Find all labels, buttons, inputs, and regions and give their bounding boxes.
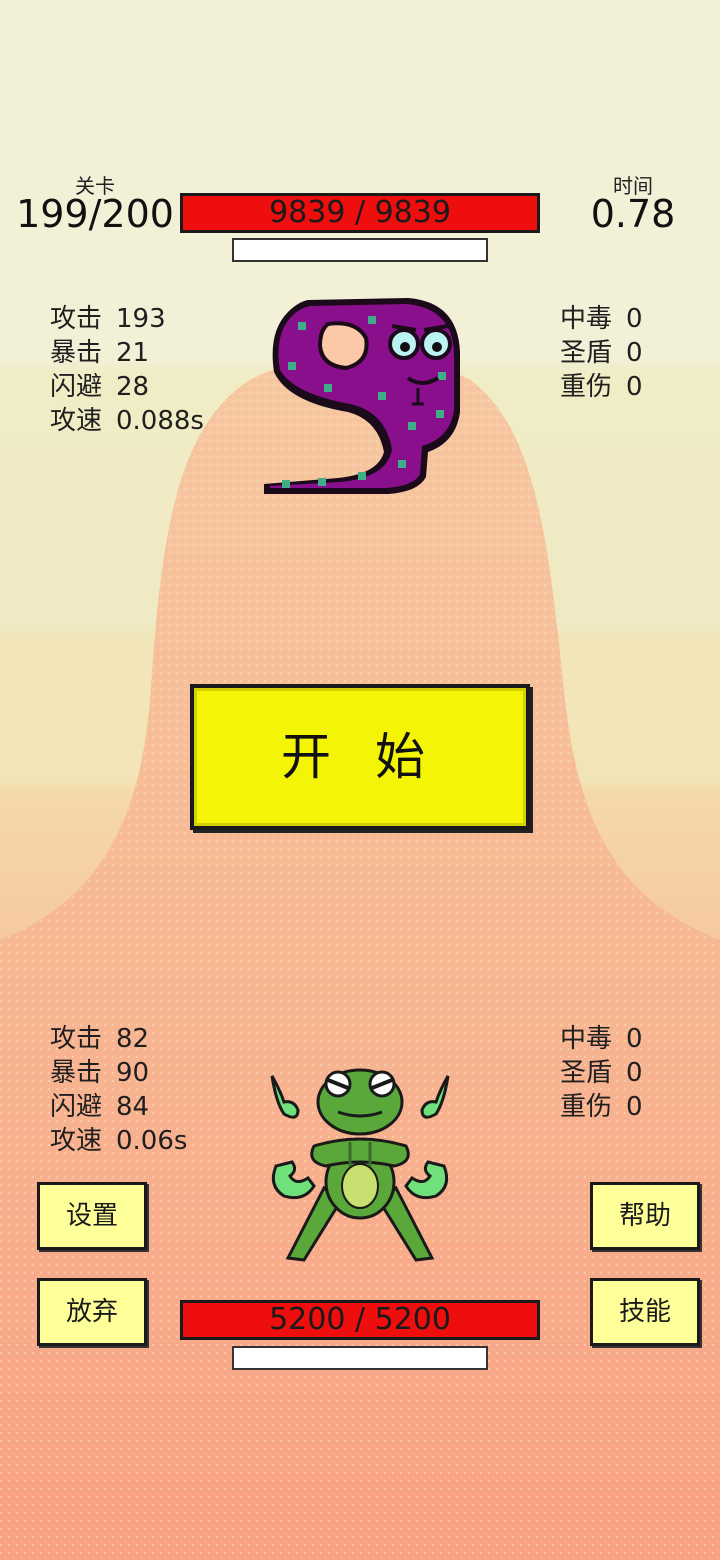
stat-row: 重伤 0 [560,372,643,402]
enemy-stats-right: 中毒 0 圣盾 0 重伤 0 [560,302,643,404]
enemy-shield-bar [232,238,488,262]
stat-row: 重伤 0 [560,1092,643,1122]
player-hp-text: 5200 / 5200 [269,1302,451,1337]
stat-row: 暴击 21 [50,338,150,368]
start-button[interactable]: 开 始 [190,684,530,830]
stat-row: 中毒 0 [560,304,643,334]
stat-row: 攻速 0.088s [50,406,204,436]
enemy-stats-left: 攻击 193 暴击 21 闪避 28 攻速 0.088s [50,302,204,438]
stat-row: 攻击 82 [50,1024,150,1054]
stat-row: 闪避 28 [50,372,150,402]
enemy-hp-bar: 9839 / 9839 [180,193,540,233]
enemy-hp-text: 9839 / 9839 [269,195,451,230]
stat-row: 闪避 84 [50,1092,150,1122]
stat-row: 攻击 193 [50,304,166,334]
skills-button[interactable]: 技能 [590,1278,700,1346]
level-value: 199/200 [16,192,174,236]
stat-row: 中毒 0 [560,1024,643,1054]
player-stats-right: 中毒 0 圣盾 0 重伤 0 [560,1022,643,1124]
help-button[interactable]: 帮助 [590,1182,700,1250]
stat-row: 暴击 90 [50,1058,150,1088]
player-hp-bar: 5200 / 5200 [180,1300,540,1340]
player-stats-left: 攻击 82 暴击 90 闪避 84 攻速 0.06s [50,1022,187,1158]
settings-button[interactable]: 设置 [37,1182,147,1250]
green-frog-icon [270,1068,450,1262]
purple-snake-icon [264,298,460,494]
give-up-button[interactable]: 放弃 [37,1278,147,1346]
player-shield-bar [232,1346,488,1370]
stat-row: 圣盾 0 [560,338,643,368]
stat-row: 圣盾 0 [560,1058,643,1088]
time-value: 0.78 [590,192,676,236]
stat-row: 攻速 0.06s [50,1126,188,1156]
